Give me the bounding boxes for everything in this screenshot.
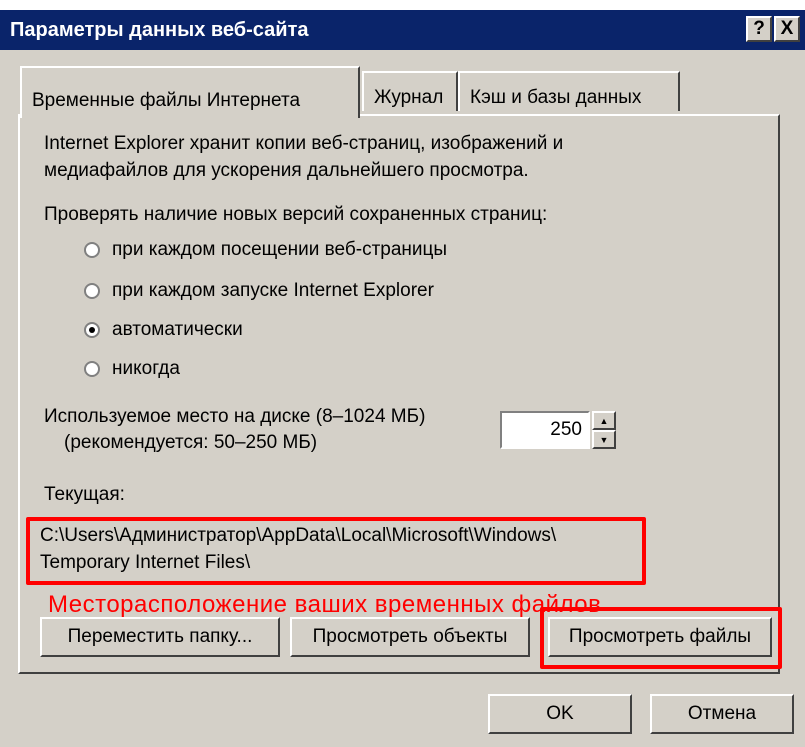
tab-label: Кэш и базы данных: [470, 87, 642, 108]
tab-cache-databases[interactable]: Кэш и базы данных: [458, 71, 680, 111]
radio-label: автоматически: [112, 319, 243, 340]
disk-space-label: Используемое место на диске (8–1024 МБ): [44, 406, 426, 427]
tab-label: Временные файлы Интернета: [32, 90, 301, 111]
current-path-line-2: Temporary Internet Files\: [40, 552, 251, 573]
radio-label: никогда: [112, 358, 180, 379]
radio-dot: [89, 327, 95, 333]
check-label: Проверять наличие новых версий сохраненн…: [44, 204, 548, 225]
disk-space-recommendation: (рекомендуется: 50–250 МБ): [64, 432, 318, 453]
radio-label: при каждом запуске Internet Explorer: [112, 280, 434, 301]
radio-button-selected[interactable]: [84, 322, 100, 338]
arrow-up-icon: ▲: [599, 415, 609, 426]
spin-up-button[interactable]: ▲: [592, 411, 616, 430]
current-location-label: Текущая:: [44, 484, 125, 505]
tab-temporary-files[interactable]: Временные файлы Интернета: [20, 66, 360, 118]
current-path-line-1: C:\Users\Администратор\AppData\Local\Mic…: [40, 525, 557, 546]
dialog-window: Параметры данных веб-сайта ? X Временные…: [0, 10, 805, 747]
view-objects-button[interactable]: Просмотреть объекты: [290, 617, 530, 657]
arrow-down-icon: ▼: [599, 434, 609, 445]
move-folder-button[interactable]: Переместить папку...: [40, 617, 280, 657]
help-icon: ?: [753, 18, 765, 39]
tab-history[interactable]: Журнал: [362, 71, 458, 111]
cancel-button[interactable]: Отмена: [650, 694, 794, 734]
disk-space-stepper[interactable]: ▲ ▼: [592, 411, 616, 449]
window-title: Параметры данных веб-сайта: [10, 19, 309, 41]
tab-label: Журнал: [374, 87, 444, 108]
view-files-button[interactable]: Просмотреть файлы: [548, 617, 772, 657]
radio-button[interactable]: [84, 242, 100, 258]
description-line-2: медиафайлов для ускорения дальнейшего пр…: [44, 160, 529, 181]
close-icon: X: [780, 18, 794, 39]
spin-down-button[interactable]: ▼: [592, 430, 616, 449]
close-button[interactable]: X: [774, 16, 800, 42]
annotation-text: Месторасположение ваших временных файлов: [48, 591, 602, 618]
radio-button[interactable]: [84, 361, 100, 377]
radio-label: при каждом посещении веб-страницы: [112, 239, 448, 260]
ok-button[interactable]: OK: [488, 694, 632, 734]
radio-button[interactable]: [84, 283, 100, 299]
disk-space-input[interactable]: 250: [500, 411, 590, 449]
help-button[interactable]: ?: [746, 16, 772, 42]
title-bar[interactable]: Параметры данных веб-сайта ? X: [0, 10, 805, 50]
tab-panel: [18, 114, 780, 674]
description-line-1: Internet Explorer хранит копии веб-стран…: [44, 133, 564, 154]
